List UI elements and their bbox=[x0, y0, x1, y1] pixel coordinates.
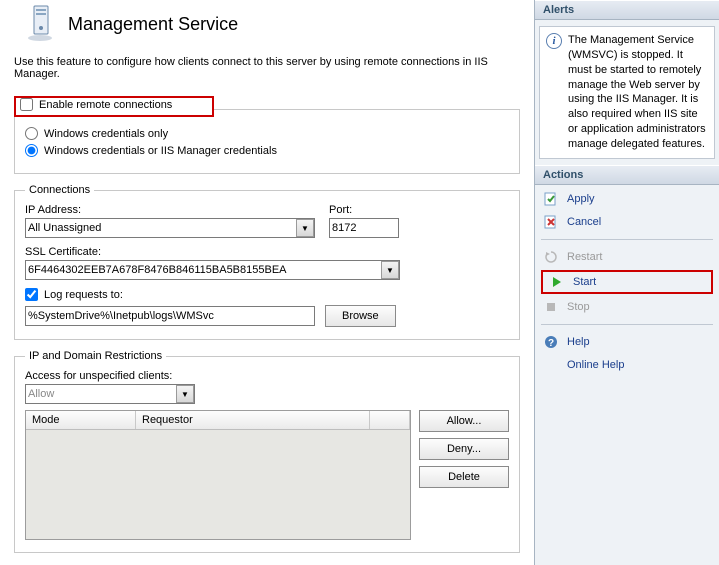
restrictions-grid[interactable]: Mode Requestor bbox=[25, 410, 411, 540]
col-spacer bbox=[370, 411, 410, 429]
start-highlight: Start bbox=[541, 270, 713, 294]
svg-text:?: ? bbox=[548, 338, 554, 349]
restart-icon bbox=[543, 249, 559, 265]
main-pane: Management Service Use this feature to c… bbox=[0, 0, 534, 565]
chevron-down-icon: ▼ bbox=[386, 266, 394, 275]
online-help-action[interactable]: Online Help bbox=[541, 355, 713, 375]
ssl-certificate-select[interactable] bbox=[25, 260, 400, 280]
ssl-label: SSL Certificate: bbox=[25, 246, 400, 258]
page-subtitle: Use this feature to configure how client… bbox=[14, 56, 520, 80]
radio-windows-only-label: Windows credentials only bbox=[44, 128, 168, 140]
chevron-down-icon: ▼ bbox=[181, 390, 189, 399]
restrictions-group: IP and Domain Restrictions Access for un… bbox=[14, 350, 520, 553]
connections-group: Connections IP Address: ▼ Port: SSL Cert… bbox=[14, 184, 520, 340]
restart-action: Restart bbox=[541, 247, 713, 267]
actions-list: Apply Cancel Restart Start Stop ? Help bbox=[535, 185, 719, 379]
alert-item: i The Management Service (WMSVC) is stop… bbox=[539, 26, 715, 159]
alert-text: The Management Service (WMSVC) is stoppe… bbox=[568, 33, 708, 152]
radio-windows-only[interactable] bbox=[25, 127, 38, 140]
stop-label: Stop bbox=[567, 301, 590, 313]
enable-remote-label: Enable remote connections bbox=[39, 99, 172, 111]
actions-heading: Actions bbox=[535, 165, 719, 185]
chevron-down-icon: ▼ bbox=[301, 224, 309, 233]
port-label: Port: bbox=[329, 204, 399, 216]
restrictions-legend: IP and Domain Restrictions bbox=[25, 350, 166, 362]
help-label: Help bbox=[567, 336, 590, 348]
info-icon: i bbox=[546, 33, 562, 49]
log-path-input[interactable] bbox=[25, 306, 315, 326]
separator bbox=[541, 324, 713, 325]
apply-icon bbox=[543, 191, 559, 207]
online-help-label: Online Help bbox=[567, 359, 624, 371]
spacer-icon bbox=[543, 357, 559, 373]
access-unspecified-label: Access for unspecified clients: bbox=[25, 370, 195, 382]
deny-button[interactable]: Deny... bbox=[419, 438, 509, 460]
help-action[interactable]: ? Help bbox=[541, 332, 713, 352]
col-mode[interactable]: Mode bbox=[26, 411, 136, 429]
allow-button[interactable]: Allow... bbox=[419, 410, 509, 432]
log-requests-label: Log requests to: bbox=[44, 289, 123, 301]
apply-action[interactable]: Apply bbox=[541, 189, 713, 209]
ip-address-label: IP Address: bbox=[25, 204, 315, 216]
ssl-dropdown-button[interactable]: ▼ bbox=[381, 261, 399, 279]
access-dropdown-button: ▼ bbox=[176, 385, 194, 403]
sidebar: Alerts i The Management Service (WMSVC) … bbox=[534, 0, 719, 565]
delete-button[interactable]: Delete bbox=[419, 466, 509, 488]
port-input[interactable] bbox=[329, 218, 399, 238]
start-label: Start bbox=[573, 276, 596, 288]
restart-label: Restart bbox=[567, 251, 602, 263]
cancel-label: Cancel bbox=[567, 216, 601, 228]
enable-remote-highlight: Enable remote connections bbox=[14, 96, 214, 117]
apply-label: Apply bbox=[567, 193, 595, 205]
log-requests-checkbox[interactable] bbox=[25, 288, 38, 301]
cancel-icon bbox=[543, 214, 559, 230]
start-icon bbox=[549, 274, 565, 290]
enable-remote-checkbox[interactable] bbox=[20, 98, 33, 111]
ip-dropdown-button[interactable]: ▼ bbox=[296, 219, 314, 237]
page-header: Management Service bbox=[14, 0, 520, 54]
radio-windows-or-iis[interactable] bbox=[25, 144, 38, 157]
grid-header: Mode Requestor bbox=[26, 411, 410, 430]
help-icon: ? bbox=[543, 334, 559, 350]
col-requestor[interactable]: Requestor bbox=[136, 411, 370, 429]
stop-icon bbox=[543, 299, 559, 315]
cancel-action[interactable]: Cancel bbox=[541, 212, 713, 232]
connections-legend: Connections bbox=[25, 184, 94, 196]
separator bbox=[541, 239, 713, 240]
alerts-heading: Alerts bbox=[535, 0, 719, 20]
server-icon bbox=[24, 4, 56, 44]
grid-body[interactable] bbox=[26, 430, 410, 539]
radio-windows-or-iis-label: Windows credentials or IIS Manager crede… bbox=[44, 145, 277, 157]
stop-action: Stop bbox=[541, 297, 713, 317]
ip-address-select[interactable] bbox=[25, 218, 315, 238]
access-unspecified-select bbox=[25, 384, 195, 404]
browse-button[interactable]: Browse bbox=[325, 305, 396, 327]
page-title: Management Service bbox=[68, 14, 238, 35]
start-action[interactable]: Start bbox=[549, 274, 596, 290]
